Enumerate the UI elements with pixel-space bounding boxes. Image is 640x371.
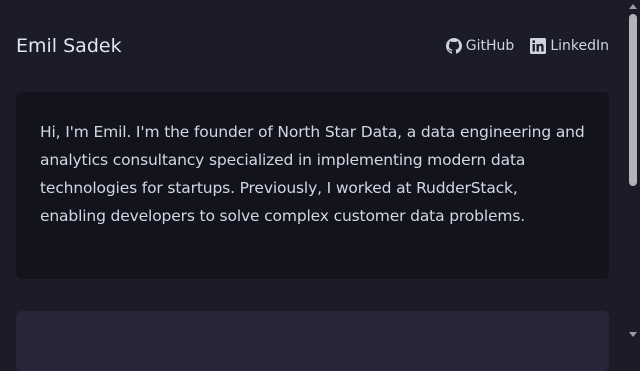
site-header: Emil Sadek GitHub LinkedIn — [16, 30, 609, 62]
scroll-down-arrow-icon[interactable] — [629, 332, 637, 337]
scroll-up-arrow-icon[interactable] — [629, 4, 637, 9]
next-section-card — [16, 311, 609, 371]
linkedin-link[interactable]: LinkedIn — [530, 38, 609, 54]
intro-card: Hi, I'm Emil. I'm the founder of North S… — [16, 92, 609, 279]
github-label: GitHub — [465, 38, 515, 54]
github-icon — [445, 38, 462, 54]
linkedin-label: LinkedIn — [550, 38, 609, 54]
social-nav: GitHub LinkedIn — [445, 38, 609, 54]
scrollbar-thumb[interactable] — [629, 14, 637, 186]
linkedin-icon — [530, 38, 547, 54]
page: Emil Sadek GitHub LinkedIn Hi, I'm Emil.… — [0, 0, 626, 371]
site-name[interactable]: Emil Sadek — [16, 35, 122, 57]
vertical-scrollbar[interactable] — [626, 0, 640, 341]
intro-text: Hi, I'm Emil. I'm the founder of North S… — [40, 123, 585, 225]
github-link[interactable]: GitHub — [445, 38, 515, 54]
